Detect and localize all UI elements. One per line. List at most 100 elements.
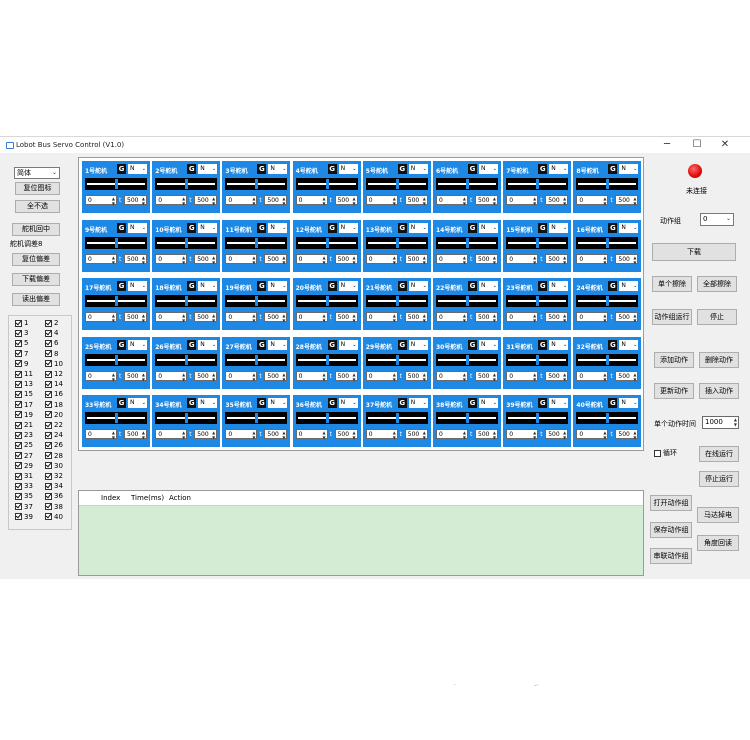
servo-time-input[interactable]: 500 ▲ ▼ (475, 312, 498, 323)
servo-value-input[interactable]: 0 ▲ ▼ (365, 312, 398, 323)
servo-checkbox-25[interactable]: 25 (15, 441, 33, 449)
servo-time-input[interactable]: 500 ▲ ▼ (264, 429, 288, 440)
servo-position-slider[interactable] (365, 295, 428, 307)
servo-time-input[interactable]: 500 ▲ ▼ (475, 370, 498, 382)
slider-thumb[interactable] (536, 413, 540, 423)
reset-icon-button[interactable]: 复位图标 (15, 182, 60, 195)
servo-checkbox-15[interactable]: 15 (15, 390, 33, 398)
servo-mode-select[interactable]: N ⌄ (549, 339, 569, 350)
servo-time-input[interactable]: 500 ▲ ▼ (124, 195, 147, 206)
servo-time-input[interactable]: 500 ▲ ▼ (124, 370, 147, 382)
servo-mode-select[interactable]: N ⌄ (128, 222, 147, 233)
servo-time-input[interactable]: 500 ▲ ▼ (264, 312, 288, 323)
servo-value-input[interactable]: 0 ▲ ▼ (506, 312, 539, 323)
servo-g-button[interactable]: G (608, 164, 618, 174)
servo-time-input[interactable]: 500 ▲ ▼ (615, 253, 639, 265)
servo-time-input[interactable]: 500 ▲ ▼ (545, 253, 569, 265)
slider-thumb[interactable] (325, 179, 329, 189)
servo-position-slider[interactable] (506, 236, 569, 249)
servo-time-input[interactable]: 500 ▲ ▼ (194, 312, 218, 323)
servo-checkbox-23[interactable]: 23 (15, 431, 33, 439)
download-button[interactable]: 下载 (652, 243, 736, 261)
servo-time-input[interactable]: 500 ▲ ▼ (404, 370, 428, 382)
slider-thumb[interactable] (255, 354, 259, 365)
servo-value-input[interactable]: 0 ▲ ▼ (295, 370, 328, 382)
servo-g-button[interactable]: G (608, 222, 618, 233)
servo-value-input[interactable]: 0 ▲ ▼ (225, 429, 258, 440)
servo-g-button[interactable]: G (538, 222, 548, 233)
servo-g-button[interactable]: G (257, 398, 267, 408)
slider-thumb[interactable] (395, 354, 399, 365)
servo-position-slider[interactable] (576, 353, 639, 366)
servo-value-input[interactable]: 0 ▲ ▼ (436, 253, 468, 265)
servo-checkbox-6[interactable]: 6 (45, 339, 58, 347)
servo-checkbox-9[interactable]: 9 (15, 360, 28, 368)
servo-g-button[interactable]: G (187, 222, 197, 233)
servo-value-input[interactable]: 0 ▲ ▼ (295, 429, 328, 440)
servo-position-slider[interactable] (436, 178, 498, 190)
servo-position-slider[interactable] (506, 295, 569, 307)
servo-mode-select[interactable]: N ⌄ (338, 281, 358, 291)
servo-checkbox-39[interactable]: 39 (15, 513, 33, 521)
open-group-button[interactable]: 打开动作组 (650, 495, 692, 511)
reset-offset-button[interactable]: 复位偏差 (12, 253, 60, 266)
motor-power-off-button[interactable]: 马达掉电 (697, 507, 739, 523)
servo-g-button[interactable]: G (117, 281, 126, 291)
servo-g-button[interactable]: G (327, 281, 337, 291)
servo-checkbox-21[interactable]: 21 (15, 421, 33, 429)
servo-position-slider[interactable] (225, 295, 288, 307)
servo-time-input[interactable]: 500 ▲ ▼ (404, 429, 428, 440)
servo-time-input[interactable]: 500 ▲ ▼ (334, 370, 358, 382)
servo-g-button[interactable]: G (468, 398, 477, 408)
center-servos-button[interactable]: 舵机回中 (12, 223, 60, 236)
servo-checkbox-17[interactable]: 17 (15, 401, 33, 409)
slider-thumb[interactable] (325, 354, 329, 365)
servo-mode-select[interactable]: N ⌄ (479, 339, 498, 350)
close-button[interactable]: ✕ (712, 138, 738, 152)
servo-value-input[interactable]: 0 ▲ ▼ (155, 370, 188, 382)
slider-thumb[interactable] (606, 179, 610, 189)
servo-mode-select[interactable]: N ⌄ (128, 339, 147, 350)
servo-g-button[interactable]: G (257, 222, 267, 233)
servo-value-input[interactable]: 0 ▲ ▼ (155, 253, 188, 265)
servo-g-button[interactable]: G (117, 339, 126, 350)
servo-position-slider[interactable] (295, 353, 358, 366)
servo-position-slider[interactable] (506, 353, 569, 366)
servo-time-input[interactable]: 500 ▲ ▼ (124, 429, 147, 440)
servo-time-input[interactable]: 500 ▲ ▼ (194, 429, 218, 440)
servo-checkbox-26[interactable]: 26 (45, 441, 63, 449)
servo-g-button[interactable]: G (187, 164, 197, 174)
servo-g-button[interactable]: G (257, 339, 267, 350)
servo-position-slider[interactable] (155, 295, 218, 307)
servo-g-button[interactable]: G (327, 222, 337, 233)
servo-time-input[interactable]: 500 ▲ ▼ (334, 429, 358, 440)
servo-mode-select[interactable]: N ⌄ (198, 222, 218, 233)
slider-thumb[interactable] (606, 413, 610, 423)
servo-g-button[interactable]: G (327, 339, 337, 350)
servo-checkbox-22[interactable]: 22 (45, 421, 63, 429)
servo-position-slider[interactable] (576, 412, 639, 424)
servo-value-input[interactable]: 0 ▲ ▼ (295, 195, 328, 206)
servo-position-slider[interactable] (85, 236, 147, 249)
servo-mode-select[interactable]: N ⌄ (268, 398, 288, 408)
slider-thumb[interactable] (185, 296, 189, 306)
servo-value-input[interactable]: 0 ▲ ▼ (365, 195, 398, 206)
servo-mode-select[interactable]: N ⌄ (198, 398, 218, 408)
servo-position-slider[interactable] (85, 295, 147, 307)
slider-thumb[interactable] (115, 296, 118, 306)
servo-checkbox-11[interactable]: 11 (15, 370, 33, 378)
servo-mode-select[interactable]: N ⌄ (479, 281, 498, 291)
read-offset-button[interactable]: 读出偏差 (12, 293, 60, 306)
servo-g-button[interactable]: G (257, 281, 267, 291)
slider-thumb[interactable] (325, 413, 329, 423)
slider-thumb[interactable] (466, 296, 469, 306)
update-action-button[interactable]: 更新动作 (654, 383, 694, 399)
save-group-button[interactable]: 保存动作组 (650, 522, 692, 538)
slider-thumb[interactable] (395, 296, 399, 306)
servo-checkbox-14[interactable]: 14 (45, 380, 63, 388)
slider-thumb[interactable] (536, 354, 540, 365)
servo-mode-select[interactable]: N ⌄ (408, 339, 428, 350)
servo-checkbox-28[interactable]: 28 (45, 452, 63, 460)
servo-value-input[interactable]: 0 ▲ ▼ (436, 429, 468, 440)
servo-checkbox-37[interactable]: 37 (15, 503, 33, 511)
